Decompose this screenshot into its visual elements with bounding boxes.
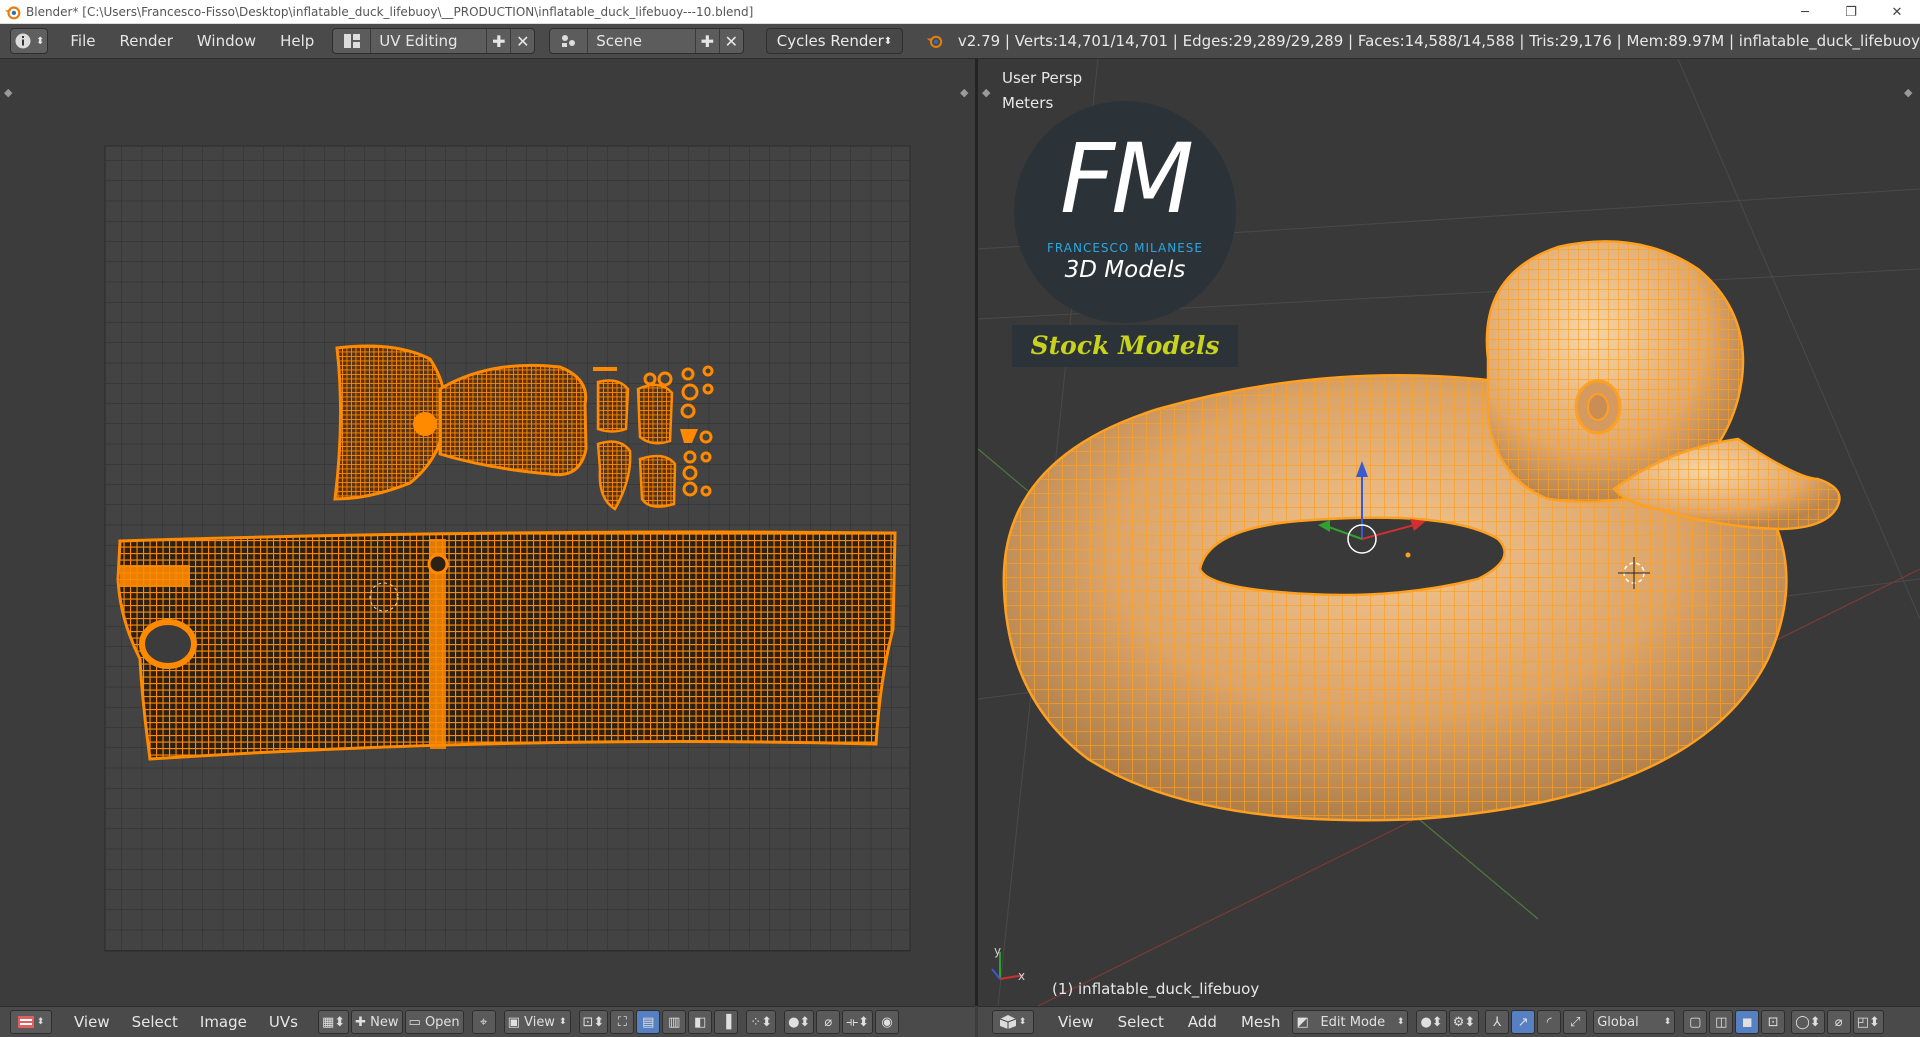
close-window-button[interactable]: ✕ bbox=[1874, 0, 1920, 24]
uv-island-ring[interactable] bbox=[116, 530, 897, 761]
window-title: Blender* [C:\Users\Francesco-Fisso\Deskt… bbox=[26, 4, 754, 19]
screen-layout-field[interactable]: UV Editing ✚ ✕ bbox=[332, 28, 536, 54]
browse-image-icon[interactable]: ▦⬍ bbox=[317, 1010, 350, 1034]
unit-system-label: Meters bbox=[1002, 94, 1054, 112]
scene-icon[interactable] bbox=[550, 29, 589, 53]
face-select-icon[interactable]: ◧ bbox=[688, 1010, 713, 1034]
new-image-button[interactable]: ✚ New bbox=[351, 1010, 403, 1034]
add-screen-icon[interactable]: ✚ bbox=[486, 29, 510, 53]
3d-viewport[interactable]: ◆ ◆ User Persp Meters y x (1) inflatable… bbox=[978, 59, 1920, 1006]
region-expand-arrow-icon[interactable]: ◆ bbox=[982, 86, 991, 99]
pivot-point-icon[interactable]: ⚙⬍ bbox=[1448, 1010, 1480, 1034]
updown-arrows-icon: ⬍ bbox=[36, 35, 45, 47]
uv-menu-uvs[interactable]: UVs bbox=[263, 1013, 304, 1031]
region-expand-arrow-icon[interactable]: ◆ bbox=[960, 86, 969, 99]
display-channels-icon[interactable]: ◉ bbox=[875, 1010, 900, 1034]
image-editor-icon bbox=[17, 1016, 34, 1028]
info-header: ⬍ File Render Window Help UV Editing ✚ ✕… bbox=[0, 24, 1920, 59]
pin-icon[interactable]: ⌖ bbox=[471, 1010, 496, 1034]
edit-mode-icon: ◩ bbox=[1296, 1014, 1309, 1030]
proportional-edit-icon[interactable]: ●⬍ bbox=[784, 1010, 815, 1034]
limit-selection-icon[interactable]: ⊡ bbox=[1761, 1010, 1786, 1034]
delete-scene-icon[interactable]: ✕ bbox=[718, 29, 743, 53]
island-select-icon[interactable]: ▐ bbox=[714, 1010, 739, 1034]
blender-logo-icon bbox=[4, 5, 21, 19]
uv-menu-image[interactable]: Image bbox=[194, 1013, 253, 1031]
info-icon bbox=[15, 33, 31, 49]
uv-image-editor[interactable]: ◆ ◆ bbox=[0, 59, 975, 1006]
view3d-menu-select[interactable]: Select bbox=[1112, 1013, 1170, 1031]
screen-layout-icon[interactable] bbox=[333, 29, 372, 53]
image-view-icon: ▣ bbox=[507, 1014, 525, 1030]
viewport-shading-icon[interactable]: ●⬍ bbox=[1416, 1010, 1447, 1034]
axis-x-label: x bbox=[1018, 969, 1026, 983]
updown-arrows-icon: ⬍ bbox=[883, 35, 893, 47]
3d-view-icon bbox=[999, 1015, 1016, 1029]
edge-select-icon[interactable]: ▥ bbox=[662, 1010, 687, 1034]
delete-screen-icon[interactable]: ✕ bbox=[510, 29, 534, 53]
open-image-button[interactable]: ▭ Open bbox=[404, 1010, 464, 1034]
active-object-label: (1) inflatable_duck_lifebuoy bbox=[1052, 980, 1260, 998]
snap-element-icon[interactable]: ⟛⬍ bbox=[842, 1010, 874, 1034]
region-expand-arrow-icon[interactable]: ◆ bbox=[1904, 86, 1913, 99]
view-mode-dropdown[interactable]: ▣ View ⬍ bbox=[503, 1010, 571, 1034]
minimize-button[interactable]: ─ bbox=[1782, 0, 1828, 24]
uv-island-neck[interactable] bbox=[438, 363, 588, 477]
axis-y-label: y bbox=[994, 944, 1002, 958]
3d-view-header: ⬍ View Select Add Mesh ◩ Edit Mode ⬍ ●⬍ … bbox=[978, 1006, 1920, 1037]
title-bar: Blender* [C:\Users\Francesco-Fisso\Deskt… bbox=[0, 0, 1920, 24]
uv-menu-select[interactable]: Select bbox=[126, 1013, 184, 1031]
translate-manipulator-icon[interactable]: ↗ bbox=[1511, 1010, 1536, 1034]
view-perspective-label: User Persp bbox=[1002, 69, 1083, 87]
uv-menu-view[interactable]: View bbox=[68, 1013, 116, 1031]
rotate-manipulator-icon[interactable]: ◜ bbox=[1537, 1010, 1562, 1034]
proportional-editing-icon[interactable]: ◯⬍ bbox=[1791, 1010, 1825, 1034]
region-expand-arrow-icon[interactable]: ◆ bbox=[4, 86, 13, 99]
pivot-icon[interactable]: ⊡⬍ bbox=[578, 1010, 609, 1034]
watermark-author: FRANCESCO MILANESE bbox=[1047, 241, 1203, 255]
snap-element-icon[interactable]: ◰⬍ bbox=[1852, 1010, 1884, 1034]
editor-type-selector[interactable]: ⬍ bbox=[992, 1010, 1034, 1034]
scene-name[interactable]: Scene bbox=[588, 32, 695, 50]
sync-selection-icon[interactable]: ⛶ bbox=[610, 1010, 635, 1034]
blender-window: Blender* [C:\Users\Francesco-Fisso\Deskt… bbox=[0, 0, 1920, 1037]
scale-manipulator-icon[interactable]: ⤢ bbox=[1563, 1010, 1588, 1034]
view3d-menu-mesh[interactable]: Mesh bbox=[1235, 1013, 1287, 1031]
vertex-select-mode-icon[interactable]: ▢ bbox=[1683, 1010, 1708, 1034]
blender-logo-icon bbox=[926, 35, 943, 48]
watermark-monogram: FM bbox=[1059, 123, 1194, 235]
folder-icon: ▭ bbox=[408, 1014, 425, 1030]
uv-canvas[interactable]: ◆ ◆ bbox=[0, 59, 975, 1006]
screen-layout-name[interactable]: UV Editing bbox=[371, 32, 486, 50]
render-engine-dropdown[interactable]: Cycles Render ⬍ bbox=[765, 28, 904, 54]
add-scene-icon[interactable]: ✚ bbox=[694, 29, 719, 53]
plus-icon: ✚ bbox=[355, 1014, 371, 1030]
vertex-select-icon[interactable]: ▤ bbox=[636, 1010, 661, 1034]
menu-window[interactable]: Window bbox=[185, 32, 268, 50]
watermark-badge: Stock Models bbox=[1012, 325, 1238, 367]
menu-render[interactable]: Render bbox=[108, 32, 185, 50]
orientation-dropdown[interactable]: Global ⬍ bbox=[1593, 1010, 1676, 1034]
edge-select-mode-icon[interactable]: ◫ bbox=[1709, 1010, 1734, 1034]
snap-toggle-icon[interactable]: ⌀ bbox=[1826, 1010, 1851, 1034]
view3d-menu-add[interactable]: Add bbox=[1182, 1013, 1223, 1031]
face-select-mode-icon[interactable]: ◼ bbox=[1735, 1010, 1760, 1034]
maximize-button[interactable]: ❐ bbox=[1828, 0, 1874, 24]
scene-statistics: v2.79 | Verts:14,701/14,701 | Edges:29,2… bbox=[957, 32, 1920, 50]
watermark-tagline: 3D Models bbox=[1064, 257, 1186, 283]
snap-icon[interactable]: ⌀ bbox=[816, 1010, 841, 1034]
render-engine-label: Cycles Render bbox=[776, 32, 884, 50]
duck-head-mesh[interactable] bbox=[1485, 240, 1841, 531]
mode-dropdown[interactable]: ◩ Edit Mode ⬍ bbox=[1292, 1010, 1409, 1034]
menu-file[interactable]: File bbox=[58, 32, 107, 50]
manipulator-toggle-icon[interactable]: ⅄ bbox=[1485, 1010, 1510, 1034]
uv-editor-header: ⬍ View Select Image UVs ▦⬍ ✚ New ▭ Open … bbox=[0, 1006, 975, 1037]
editor-type-selector[interactable]: ⬍ bbox=[10, 1010, 52, 1034]
scene-field[interactable]: Scene ✚ ✕ bbox=[549, 28, 744, 54]
view3d-menu-view[interactable]: View bbox=[1052, 1013, 1100, 1031]
menu-help[interactable]: Help bbox=[268, 32, 326, 50]
editor-type-selector[interactable]: ⬍ bbox=[10, 28, 49, 54]
sticky-mode-icon[interactable]: ⁘⬍ bbox=[746, 1010, 777, 1034]
watermark-logo: FM FRANCESCO MILANESE 3D Models bbox=[1014, 101, 1236, 323]
